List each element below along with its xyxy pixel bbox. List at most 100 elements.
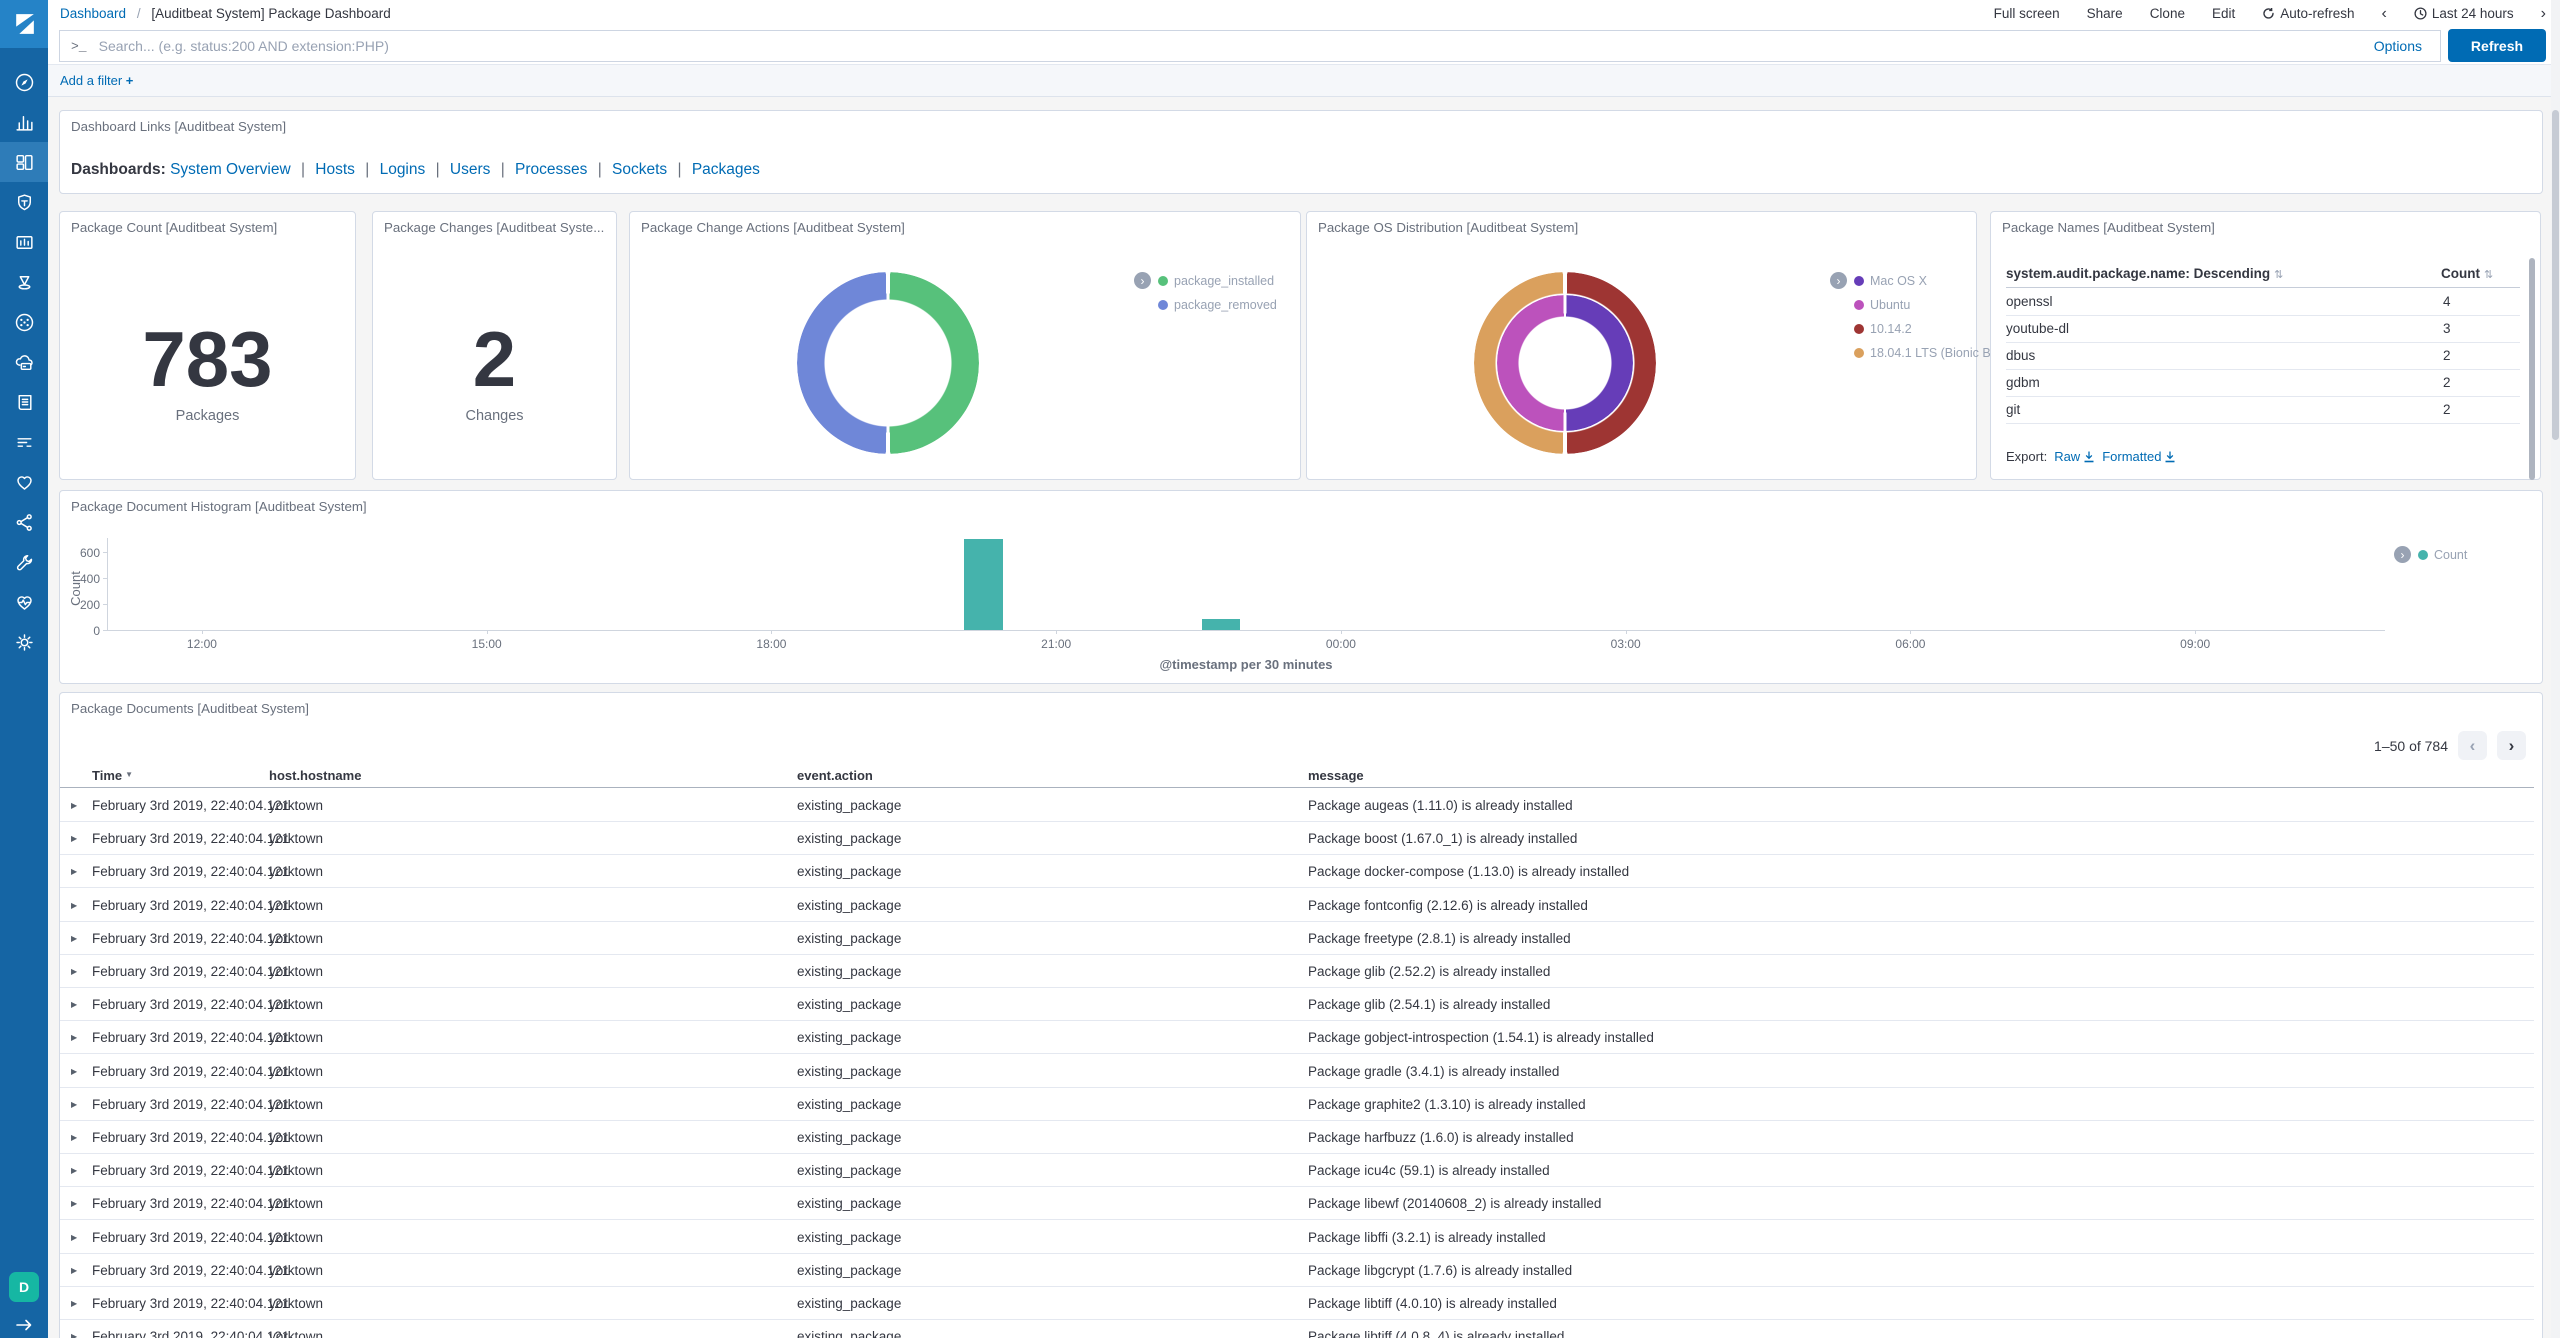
expand-row-icon[interactable]: ▶ <box>71 967 77 976</box>
histogram-bar[interactable] <box>1201 619 1241 630</box>
document-row[interactable]: ▶ February 3rd 2019, 22:40:04.121 yorktown… <box>60 789 2534 822</box>
page-scrollbar[interactable] <box>2551 0 2560 1338</box>
clone-link[interactable]: Clone <box>2150 6 2185 21</box>
share-link[interactable]: Share <box>2087 6 2123 21</box>
document-row[interactable]: ▶ February 3rd 2019, 22:40:04.121 yorktown… <box>60 1187 2534 1221</box>
export-raw-link[interactable]: Raw <box>2054 449 2095 464</box>
dashboard-link-hosts[interactable]: Hosts <box>311 161 359 178</box>
package-name-row[interactable]: youtube-dl 3 <box>2006 316 2520 343</box>
histogram-bar[interactable] <box>964 539 1004 630</box>
legend-toggle-icon[interactable]: › <box>1134 272 1151 289</box>
expand-row-icon[interactable]: ▶ <box>71 1067 77 1076</box>
count-column-header[interactable]: Count <box>2441 266 2480 281</box>
expand-row-icon[interactable]: ▶ <box>71 1133 77 1142</box>
edit-link[interactable]: Edit <box>2212 6 2235 21</box>
expand-row-icon[interactable]: ▶ <box>71 834 77 843</box>
legend-item[interactable]: › Count <box>2394 543 2467 567</box>
chevron-left-icon[interactable]: ‹ <box>2382 5 2387 22</box>
document-row[interactable]: ▶ February 3rd 2019, 22:40:04.121 yorktown… <box>60 988 2534 1022</box>
search-input[interactable]: >_ Search... (e.g. status:200 AND extens… <box>59 30 2441 62</box>
panel-scrollbar-thumb[interactable] <box>2529 258 2535 480</box>
expand-row-icon[interactable]: ▶ <box>71 801 77 810</box>
kibana-logo[interactable] <box>0 0 48 48</box>
page-scrollbar-thumb[interactable] <box>2552 110 2559 440</box>
document-row[interactable]: ▶ February 3rd 2019, 22:40:04.121 yorktown… <box>60 1121 2534 1154</box>
expand-row-icon[interactable]: ▶ <box>71 1332 77 1338</box>
expand-row-icon[interactable]: ▶ <box>71 1166 77 1175</box>
auto-refresh-link[interactable]: Auto-refresh <box>2262 6 2355 21</box>
package-name-row[interactable]: dbus 2 <box>2006 343 2520 370</box>
legend-item[interactable]: 10.14.2 <box>1854 317 2001 341</box>
document-row[interactable]: ▶ February 3rd 2019, 22:40:04.121 yorktown… <box>60 1320 2534 1338</box>
sidebar-item-gear[interactable] <box>0 622 48 662</box>
sidebar-item-compass[interactable] <box>0 62 48 102</box>
arrow-right-icon[interactable] <box>15 1318 33 1332</box>
document-row[interactable]: ▶ February 3rd 2019, 22:40:04.121 yorktown… <box>60 855 2534 889</box>
document-row[interactable]: ▶ February 3rd 2019, 22:40:04.121 yorktown… <box>60 1254 2534 1287</box>
expand-row-icon[interactable]: ▶ <box>71 1266 77 1275</box>
sidebar-item-canvas-frame[interactable] <box>0 222 48 262</box>
full-screen-link[interactable]: Full screen <box>1994 6 2060 21</box>
sidebar-item-dashboard[interactable] <box>0 142 48 182</box>
dashboard-link-sockets[interactable]: Sockets <box>608 161 672 178</box>
dashboard-link-processes[interactable]: Processes <box>511 161 592 178</box>
sidebar-item-graph-nodes[interactable] <box>0 502 48 542</box>
options-link[interactable]: Options <box>2356 38 2440 54</box>
legend-item[interactable]: Ubuntu <box>1854 293 2001 317</box>
sidebar-item-bar-chart[interactable] <box>0 102 48 142</box>
sidebar-item-text-lines[interactable] <box>0 422 48 462</box>
name-column-header[interactable]: system.audit.package.name: Descending <box>2006 266 2270 281</box>
dashboard-link-users[interactable]: Users <box>446 161 495 178</box>
host-column-header[interactable]: host.hostname <box>269 768 361 783</box>
dashboard-link-packages[interactable]: Packages <box>688 161 760 178</box>
document-row[interactable]: ▶ February 3rd 2019, 22:40:04.121 yorktown… <box>60 955 2534 988</box>
action-column-header[interactable]: event.action <box>797 768 873 783</box>
sidebar-item-heart[interactable] <box>0 462 48 502</box>
expand-row-icon[interactable]: ▶ <box>71 867 77 876</box>
expand-row-icon[interactable]: ▶ <box>71 1299 77 1308</box>
document-row[interactable]: ▶ February 3rd 2019, 22:40:04.121 yorktown… <box>60 822 2534 856</box>
sidebar-item-shield[interactable] <box>0 182 48 222</box>
refresh-button[interactable]: Refresh <box>2448 29 2546 62</box>
change-actions-donut[interactable] <box>797 272 979 454</box>
message-column-header[interactable]: message <box>1308 768 1364 783</box>
document-row[interactable]: ▶ February 3rd 2019, 22:40:04.121 yorktown… <box>60 922 2534 955</box>
document-row[interactable]: ▶ February 3rd 2019, 22:40:04.121 yorktown… <box>60 889 2534 922</box>
os-distribution-donut-inner[interactable] <box>1497 295 1633 431</box>
sidebar-item-cloud-server[interactable] <box>0 342 48 382</box>
document-row[interactable]: ▶ February 3rd 2019, 22:40:04.121 yorktown… <box>60 1088 2534 1121</box>
document-row[interactable]: ▶ February 3rd 2019, 22:40:04.121 yorktown… <box>60 1154 2534 1188</box>
legend-item[interactable]: › Mac OS X <box>1830 269 2001 293</box>
breadcrumb-dashboard-link[interactable]: Dashboard <box>60 6 126 21</box>
package-name-row[interactable]: gdbm 2 <box>2006 370 2520 397</box>
expand-row-icon[interactable]: ▶ <box>71 1033 77 1042</box>
expand-row-icon[interactable]: ▶ <box>71 901 77 910</box>
legend-item[interactable]: › package_installed <box>1134 269 1277 293</box>
add-filter-link[interactable]: Add a filter + <box>60 73 133 88</box>
sidebar-item-machine-learning[interactable] <box>0 302 48 342</box>
prev-page-button[interactable]: ‹ <box>2458 731 2487 760</box>
time-range-picker[interactable]: Last 24 hours <box>2414 6 2514 21</box>
document-row[interactable]: ▶ February 3rd 2019, 22:40:04.121 yorktown… <box>60 1221 2534 1254</box>
dashboard-link-system-overview[interactable]: System Overview <box>170 161 295 178</box>
expand-row-icon[interactable]: ▶ <box>71 1233 77 1242</box>
package-name-row[interactable]: git 2 <box>2006 397 2520 424</box>
sidebar-item-wrench[interactable] <box>0 542 48 582</box>
package-name-row[interactable]: openssl 4 <box>2006 289 2520 316</box>
sidebar-item-map-pin[interactable] <box>0 262 48 302</box>
document-row[interactable]: ▶ February 3rd 2019, 22:40:04.121 yorktown… <box>60 1021 2534 1055</box>
legend-item[interactable]: package_removed <box>1158 293 1277 317</box>
dashboard-link-logins[interactable]: Logins <box>375 161 429 178</box>
legend-toggle-icon[interactable]: › <box>1830 272 1847 289</box>
legend-item[interactable]: 18.04.1 LTS (Bionic B... <box>1854 341 2001 365</box>
sidebar-item-scroll[interactable] <box>0 382 48 422</box>
expand-row-icon[interactable]: ▶ <box>71 1199 77 1208</box>
chevron-right-icon[interactable]: › <box>2541 5 2546 22</box>
package-names-header[interactable]: system.audit.package.name: Descending ⇅ C… <box>2006 266 2520 288</box>
space-badge[interactable]: D <box>9 1272 39 1302</box>
legend-toggle-icon[interactable]: › <box>2394 546 2411 563</box>
sidebar-item-heartbeat[interactable] <box>0 582 48 622</box>
time-column-header[interactable]: Time ▼ <box>92 768 133 783</box>
expand-row-icon[interactable]: ▶ <box>71 1000 77 1009</box>
export-formatted-link[interactable]: Formatted <box>2102 449 2176 464</box>
